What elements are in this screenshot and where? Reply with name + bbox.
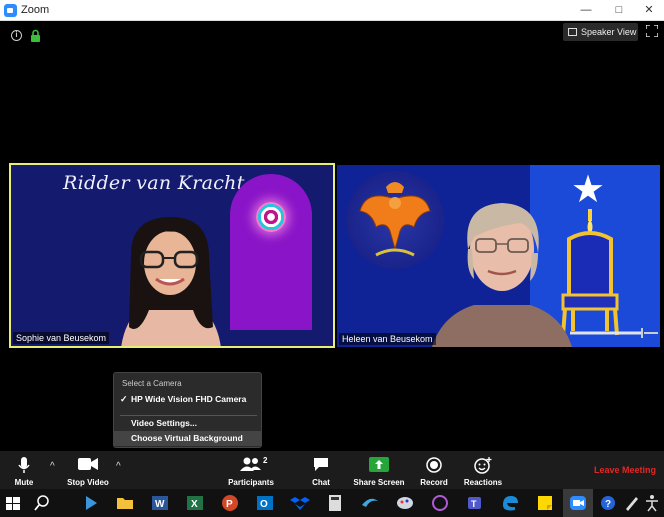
svg-text:O: O	[260, 499, 268, 510]
windows-start-icon[interactable]	[3, 493, 23, 513]
zoom-window: Zoom — □ ✕ i Speaker View Ridder van Kra…	[0, 0, 664, 517]
meeting-info-icon[interactable]: i	[11, 30, 22, 41]
participants-icon	[240, 457, 261, 471]
mute-button[interactable]: Mute	[6, 451, 42, 489]
encryption-lock-icon[interactable]	[30, 29, 41, 42]
sticky-notes-icon[interactable]	[535, 493, 555, 513]
record-label: Record	[420, 478, 448, 487]
menu-header: Select a Camera	[122, 379, 182, 388]
powerpoint-icon[interactable]: P	[220, 493, 240, 513]
chat-label: Chat	[312, 478, 330, 487]
dropbox-icon[interactable]	[290, 493, 310, 513]
help-icon[interactable]: ?	[598, 493, 618, 513]
svg-text:T: T	[471, 499, 477, 509]
zoom-icon[interactable]	[568, 493, 588, 513]
share-screen-icon	[369, 457, 389, 472]
record-icon	[426, 457, 442, 473]
svg-text:?: ?	[605, 499, 611, 510]
purple-arch-graphic	[230, 174, 312, 330]
teams-icon[interactable]: T	[465, 493, 485, 513]
eagle-emblem	[346, 171, 444, 269]
paint-icon[interactable]	[395, 493, 415, 513]
search-icon[interactable]	[32, 493, 52, 513]
checkmark-icon: ✓	[120, 394, 128, 404]
sway-icon[interactable]	[360, 493, 380, 513]
share-screen-label: Share Screen	[353, 478, 405, 487]
zoom-app-icon	[4, 4, 17, 17]
edge-icon[interactable]	[500, 493, 520, 513]
sword-icon	[570, 328, 658, 338]
accessibility-icon[interactable]	[642, 493, 662, 513]
eagle-icon	[359, 182, 431, 257]
reactions-label: Reactions	[463, 478, 503, 487]
word-icon[interactable]: W	[150, 493, 170, 513]
pen-icon[interactable]	[622, 493, 642, 513]
window-title: Zoom	[21, 4, 50, 16]
title-bar: Zoom — □ ✕	[0, 0, 664, 21]
participant-video-sophie	[121, 217, 221, 346]
video-tile-heleen[interactable]: ★ Heleen van Beusekom	[337, 165, 660, 347]
maximize-button[interactable]: □	[604, 1, 634, 19]
star-icon: ★	[571, 169, 606, 211]
virtual-background-text: Ridder van Kracht	[63, 172, 245, 194]
participants-button[interactable]: 2 Participants	[226, 451, 276, 489]
svg-text:X: X	[191, 499, 198, 510]
leave-meeting-button[interactable]: Leave Meeting	[594, 465, 656, 475]
speaker-view-label: Speaker View	[581, 27, 637, 37]
participant-name-label: Heleen van Beusekom	[339, 333, 436, 345]
menu-item-virtual-background[interactable]: Choose Virtual Background	[114, 431, 261, 446]
audio-options-chevron-icon[interactable]: ^	[50, 461, 60, 472]
view-grid-icon	[568, 28, 577, 36]
menu-item-label: Choose Virtual Background	[131, 433, 243, 443]
participants-label: Participants	[228, 478, 274, 487]
close-button[interactable]: ✕	[634, 1, 664, 19]
svg-text:P: P	[226, 499, 233, 510]
svg-text:W: W	[155, 499, 165, 510]
select-camera-menu: Select a Camera ✓ HP Wide Vision FHD Cam…	[113, 372, 262, 448]
visual-studio-icon[interactable]	[82, 493, 102, 513]
fullscreen-icon[interactable]	[646, 25, 658, 37]
excel-icon[interactable]: X	[185, 493, 205, 513]
speaker-view-button[interactable]: Speaker View	[563, 23, 638, 41]
emoji-smile-icon	[474, 457, 492, 474]
menu-item-label: HP Wide Vision FHD Camera	[131, 394, 247, 404]
photos-icon[interactable]	[430, 493, 450, 513]
glowing-target-graphic	[256, 202, 286, 232]
microphone-icon	[18, 457, 30, 473]
file-explorer-icon[interactable]	[115, 493, 135, 513]
reactions-button[interactable]: Reactions	[463, 451, 503, 489]
minimize-button[interactable]: —	[571, 1, 601, 19]
stop-video-label: Stop Video	[67, 478, 109, 487]
mute-label: Mute	[14, 478, 34, 487]
participant-count-badge: 2	[263, 456, 268, 465]
video-tile-sophie[interactable]: Ridder van Kracht Sophie van Beusekom	[9, 163, 335, 348]
windows-taskbar: W X P O T ?	[0, 489, 664, 517]
menu-item-video-settings[interactable]: Video Settings...	[114, 416, 261, 431]
participant-video-heleen	[432, 203, 572, 347]
chat-bubble-icon	[314, 458, 328, 471]
chat-button[interactable]: Chat	[307, 451, 335, 489]
calculator-icon[interactable]	[325, 493, 345, 513]
stop-video-button[interactable]: Stop Video	[64, 451, 112, 489]
record-button[interactable]: Record	[418, 451, 450, 489]
menu-item-hp-camera[interactable]: ✓ HP Wide Vision FHD Camera	[114, 392, 261, 407]
share-screen-button[interactable]: Share Screen	[352, 451, 406, 489]
video-options-chevron-icon[interactable]: ^	[116, 461, 126, 472]
menu-item-label: Video Settings...	[131, 418, 197, 428]
participant-name-label: Sophie van Beusekom	[13, 332, 110, 344]
meeting-toolbar: Mute ^ Stop Video ^ 2 Participants Chat	[0, 451, 664, 489]
video-camera-icon	[78, 458, 98, 470]
outlook-icon[interactable]: O	[255, 493, 275, 513]
